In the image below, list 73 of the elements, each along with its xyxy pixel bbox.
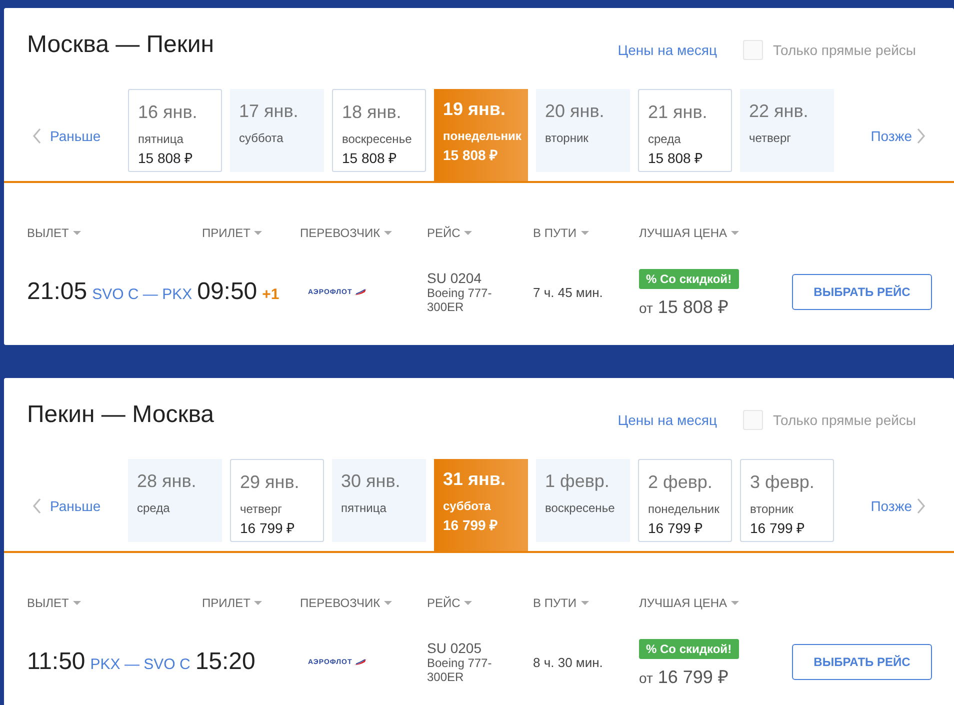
- route-title: Москва — Пекин: [27, 31, 214, 59]
- later-link[interactable]: Позже: [834, 128, 954, 144]
- date-tab[interactable]: 3 февр. вторник 16 799 ₽: [740, 459, 834, 542]
- chevron-right-icon: [916, 128, 926, 144]
- sort-column-header[interactable]: ВЫЛЕТ: [27, 226, 202, 240]
- date-tab[interactable]: 1 февр. воскресенье: [536, 459, 630, 542]
- date-tab[interactable]: 22 янв. четверг: [740, 89, 834, 172]
- sort-column-header[interactable]: В ПУТИ: [533, 596, 639, 610]
- sort-column-header[interactable]: ЛУЧШАЯ ЦЕНА: [639, 596, 740, 610]
- sort-column-header[interactable]: РЕЙС: [427, 596, 533, 610]
- discount-badge: % Со скидкой!: [639, 639, 739, 659]
- aircraft-type: Boeing 777-300ER: [427, 656, 493, 684]
- chevron-left-icon: [32, 498, 42, 514]
- select-flight-button[interactable]: ВЫБРАТЬ РЕЙС: [792, 644, 932, 680]
- flight-duration: 7 ч. 45 мин.: [533, 284, 604, 300]
- caret-icon: [464, 231, 472, 235]
- aircraft-type: Boeing 777-300ER: [427, 286, 493, 314]
- caret-icon: [254, 601, 262, 605]
- direct-flights-label: Только прямые рейсы: [773, 42, 916, 58]
- caret-icon: [580, 601, 589, 605]
- discount-badge: % Со скидкой!: [639, 269, 739, 289]
- caret-icon: [384, 231, 392, 235]
- caret-icon: [72, 231, 81, 235]
- date-tab[interactable]: 21 янв. среда 15 808 ₽: [638, 89, 732, 172]
- arrival-time: 09:50: [197, 278, 258, 306]
- sort-column-header[interactable]: ПЕРЕВОЗЧИК: [300, 596, 427, 610]
- direct-flights-checkbox[interactable]: [743, 40, 764, 60]
- flight-number: SU 0205: [427, 640, 482, 656]
- airport-route-link[interactable]: SVO C — PKX: [92, 286, 192, 303]
- month-prices-link[interactable]: Цены на месяц: [618, 42, 718, 58]
- sort-column-header[interactable]: РЕЙС: [427, 226, 533, 240]
- direct-flights-label: Только прямые рейсы: [773, 412, 916, 428]
- caret-icon: [72, 601, 81, 605]
- month-prices-link[interactable]: Цены на месяц: [618, 412, 718, 428]
- sort-column-header[interactable]: ВЫЛЕТ: [27, 596, 202, 610]
- sort-column-header[interactable]: ПЕРЕВОЗЧИК: [300, 226, 427, 240]
- sort-column-header[interactable]: ПРИЛЕТ: [202, 596, 300, 610]
- route-title: Пекин — Москва: [27, 401, 214, 429]
- date-tab[interactable]: 17 янв. суббота: [230, 89, 324, 172]
- date-tab[interactable]: 16 янв. пятница 15 808 ₽: [128, 89, 222, 172]
- earlier-link[interactable]: Раньше: [4, 498, 128, 514]
- select-flight-button[interactable]: ВЫБРАТЬ РЕЙС: [792, 274, 932, 310]
- date-tab[interactable]: 18 янв. воскресенье 15 808 ₽: [332, 89, 426, 172]
- flight-price: 16 799 ₽: [658, 666, 728, 688]
- sort-column-header[interactable]: ПРИЛЕТ: [202, 226, 300, 240]
- later-link[interactable]: Позже: [834, 498, 954, 514]
- flight-number: SU 0204: [427, 270, 482, 286]
- sort-column-header[interactable]: В ПУТИ: [533, 226, 639, 240]
- caret-icon: [580, 231, 589, 235]
- date-tab[interactable]: 30 янв. пятница: [332, 459, 426, 542]
- airport-route-link[interactable]: PKX — SVO C: [90, 656, 190, 673]
- caret-icon: [464, 601, 472, 605]
- date-tab[interactable]: 2 февр. понедельник 16 799 ₽: [638, 459, 732, 542]
- chevron-right-icon: [916, 498, 926, 514]
- caret-icon: [731, 601, 740, 605]
- departure-time: 21:05: [27, 278, 88, 306]
- earlier-link[interactable]: Раньше: [4, 128, 128, 144]
- date-tab[interactable]: 28 янв. среда: [128, 459, 222, 542]
- arrival-time: 15:20: [195, 648, 256, 676]
- next-day-label: +1: [262, 286, 280, 303]
- chevron-left-icon: [32, 128, 42, 144]
- caret-icon: [254, 231, 262, 235]
- caret-icon: [384, 601, 392, 605]
- date-tab[interactable]: 20 янв. вторник: [536, 89, 630, 172]
- flight-price: 15 808 ₽: [658, 296, 728, 318]
- sort-column-header[interactable]: ЛУЧШАЯ ЦЕНА: [639, 226, 740, 240]
- direct-flights-checkbox[interactable]: [743, 410, 764, 430]
- caret-icon: [731, 231, 740, 235]
- price-prefix: от: [639, 300, 653, 316]
- departure-time: 11:50: [27, 648, 86, 676]
- flight-duration: 8 ч. 30 мин.: [533, 654, 604, 670]
- date-tab[interactable]: 29 янв. четверг 16 799 ₽: [230, 459, 324, 542]
- price-prefix: от: [639, 670, 653, 686]
